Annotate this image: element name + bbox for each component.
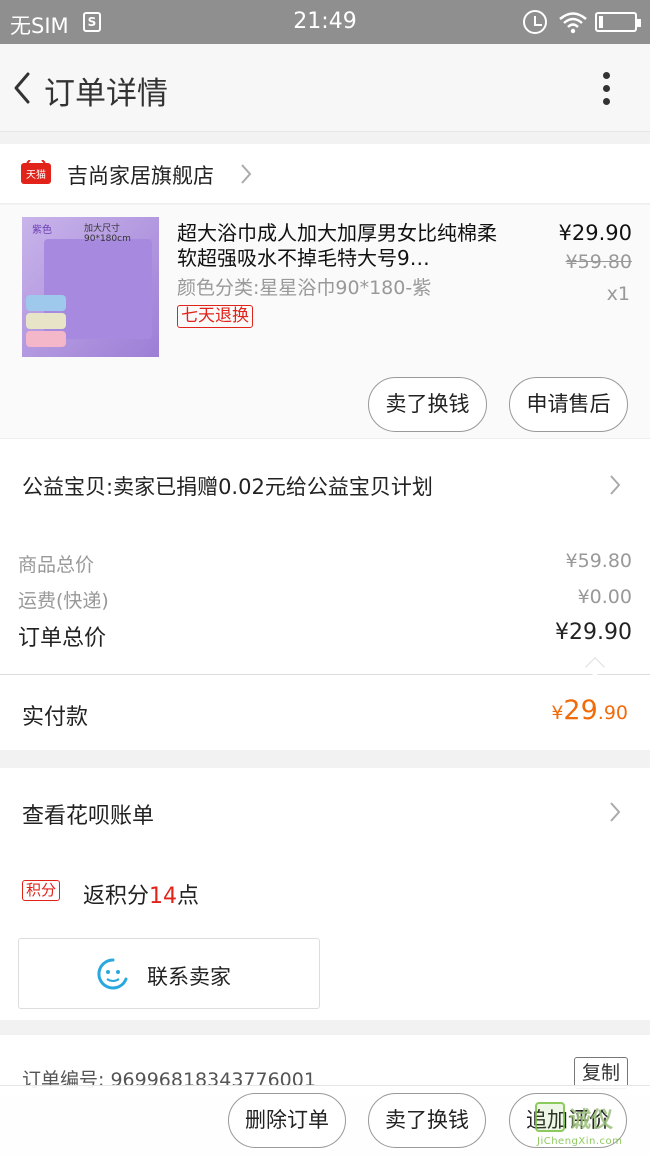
alarm-icon	[523, 10, 547, 34]
clock: 21:49	[293, 9, 357, 34]
tmall-badge-icon: 天猫	[21, 160, 51, 184]
goods-total-value: ¥59.80	[565, 550, 632, 572]
watermark-logo: 诚仪 JiChengXin.com	[535, 1098, 647, 1150]
sell-for-cash-button[interactable]: 卖了换钱	[368, 377, 487, 432]
watermark-icon	[535, 1102, 565, 1132]
product-price: ¥29.90	[558, 221, 632, 245]
price-summary: 商品总价 ¥59.80 运费(快递) ¥0.00 订单总价 ¥29.90	[0, 530, 650, 677]
page-title: 订单详情	[44, 76, 168, 112]
order-total-row: 订单总价 ¥29.90	[18, 620, 632, 652]
shipping-value: ¥0.00	[577, 586, 632, 608]
sell-for-cash-button-bottom[interactable]: 卖了换钱	[368, 1093, 486, 1148]
contact-seller-label: 联系卖家	[147, 965, 231, 989]
back-arrow-icon[interactable]	[8, 68, 38, 108]
delete-order-button[interactable]: 删除订单	[228, 1093, 346, 1148]
chevron-right-icon[interactable]	[607, 800, 623, 824]
points-text: 返积分14点	[83, 878, 199, 910]
shipping-row: 运费(快递) ¥0.00	[18, 586, 632, 613]
shop-name: 吉尚家居旗舰店	[67, 164, 214, 188]
watermark-site: JiChengXin.com	[537, 1136, 623, 1147]
paid-amount-integer: 29	[563, 695, 598, 726]
product-image[interactable]: 紫色 加大尺寸 90*180cm	[22, 217, 159, 357]
paid-amount: ¥29.90	[551, 695, 628, 726]
goods-total-row: 商品总价 ¥59.80	[18, 550, 632, 577]
product-sku: 颜色分类:星星浴巾90*180-紫	[177, 277, 432, 299]
tmall-badge-text: 天猫	[26, 168, 46, 181]
return-policy-badge: 七天退换	[177, 305, 253, 328]
request-after-sale-button[interactable]: 申请售后	[509, 377, 628, 432]
paid-currency: ¥	[551, 702, 564, 724]
shipping-label: 运费(快递)	[18, 590, 109, 612]
watermark-text: 诚仪	[569, 1108, 614, 1133]
battery-icon	[595, 12, 641, 32]
original-price: ¥59.80	[565, 251, 632, 273]
chevron-right-icon	[241, 164, 252, 184]
paid-label: 实付款	[22, 705, 89, 730]
points-prefix: 返积分	[83, 884, 150, 909]
contact-seller-button[interactable]: 联系卖家	[18, 938, 320, 1009]
order-total-label: 订单总价	[18, 626, 107, 651]
order-item[interactable]: 紫色 加大尺寸 90*180cm 超大浴巾成人加大加厚男女比纯棉柔软超强吸水不掉…	[0, 205, 650, 438]
points-suffix: 点	[177, 884, 200, 909]
product-image-size-tag: 加大尺寸 90*180cm	[84, 224, 131, 244]
status-bar: 无SIM S 21:49	[0, 0, 650, 44]
charity-row[interactable]: 公益宝贝:卖家已捐赠0.02元给公益宝贝计划	[0, 438, 650, 530]
goods-total-label: 商品总价	[18, 554, 95, 576]
wifi-icon	[559, 12, 587, 34]
huabei-bill-link[interactable]: 查看花呗账单	[22, 798, 154, 830]
huabei-section: 查看花呗账单 积分 返积分14点 联系卖家	[0, 768, 650, 1020]
shop-row[interactable]: 天猫 吉尚家居旗舰店	[0, 144, 650, 204]
chevron-right-icon	[610, 475, 621, 495]
paid-amount-decimal: .90	[597, 702, 628, 724]
order-total-value: ¥29.90	[555, 620, 632, 645]
product-image-color-tag: 紫色	[32, 225, 52, 236]
charity-text: 公益宝贝:卖家已捐赠0.02元给公益宝贝计划	[22, 475, 433, 499]
nav-bar: 订单详情	[0, 44, 650, 132]
product-quantity: x1	[606, 283, 630, 305]
product-title: 超大浴巾成人加大加厚男女比纯棉柔软超强吸水不掉毛特大号9…	[177, 221, 497, 270]
points-badge: 积分	[22, 880, 61, 901]
points-count: 14	[149, 884, 178, 909]
paid-amount-row: 实付款 ¥29.90	[0, 675, 650, 750]
more-options-icon[interactable]	[596, 72, 616, 108]
chat-smile-icon	[97, 958, 128, 990]
